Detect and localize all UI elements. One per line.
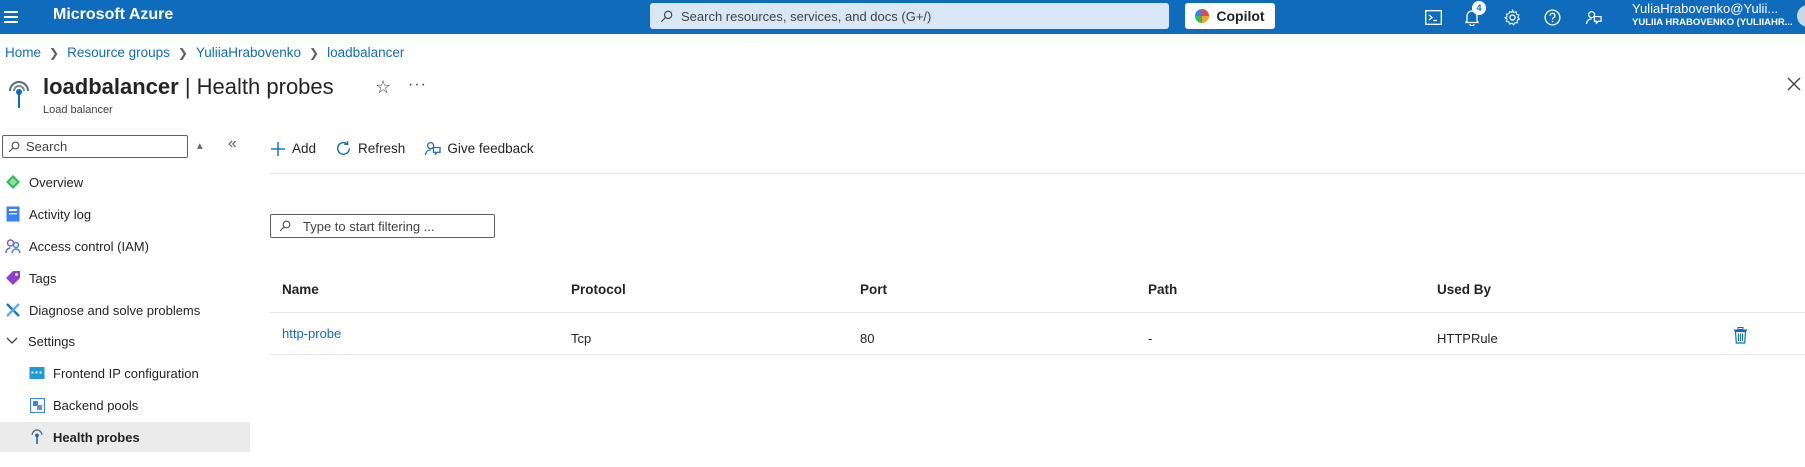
- sidebar-item-label: Backend pools: [53, 397, 139, 413]
- account-info[interactable]: YuliaHrabovenko@Yulii... YULIIA HRABOVEN…: [1632, 1, 1793, 28]
- help-icon[interactable]: [1541, 6, 1563, 28]
- favorite-star-icon[interactable]: ☆: [375, 77, 391, 98]
- copilot-label: Copilot: [1216, 8, 1265, 24]
- command-bar: Add Refresh Give feedback: [270, 140, 553, 157]
- refresh-label: Refresh: [358, 141, 406, 156]
- chevron-right-icon: ❯: [49, 45, 60, 60]
- row-divider: [270, 354, 1805, 355]
- probe-name-link[interactable]: http-probe: [282, 326, 341, 341]
- chevron-down-icon: [6, 334, 18, 348]
- cell-used-by: HTTPRule: [1437, 331, 1498, 346]
- global-search-input[interactable]: [681, 8, 1121, 24]
- add-label: Add: [292, 141, 317, 156]
- global-search-box[interactable]: [650, 3, 1169, 29]
- sidebar-item-tags[interactable]: Tags: [0, 263, 250, 293]
- cell-protocol: Tcp: [571, 331, 592, 346]
- page-title-text: Health probes: [196, 74, 334, 99]
- feedback-person-icon: [425, 142, 441, 156]
- sidebar-item-activity-log[interactable]: Activity log: [0, 199, 250, 229]
- sidebar-item-iam[interactable]: Access control (IAM): [0, 231, 250, 261]
- column-header-protocol[interactable]: Protocol: [571, 282, 626, 297]
- brand-name[interactable]: Microsoft Azure: [53, 6, 173, 24]
- give-feedback-button[interactable]: Give feedback: [424, 140, 534, 157]
- cell-path: -: [1148, 331, 1153, 346]
- sidebar-item-label: Health probes: [53, 429, 140, 445]
- search-icon: [8, 141, 20, 152]
- sidebar-search-box[interactable]: [2, 135, 188, 158]
- column-header-used-by[interactable]: Used By: [1437, 282, 1491, 297]
- sidebar-item-label: Frontend IP configuration: [53, 365, 199, 381]
- column-header-port[interactable]: Port: [860, 282, 887, 297]
- health-probe-icon: [9, 81, 29, 108]
- sidebar-item-frontend-ip[interactable]: Frontend IP configuration: [0, 358, 250, 388]
- sidebar-search-input[interactable]: [26, 139, 176, 154]
- breadcrumb-resource-group[interactable]: YuliiaHrabovenko: [196, 45, 301, 60]
- sidebar-item-settings[interactable]: Settings: [0, 326, 250, 356]
- refresh-icon: [337, 141, 351, 155]
- column-header-path[interactable]: Path: [1148, 282, 1177, 297]
- add-button[interactable]: Add: [270, 141, 316, 157]
- settings-gear-icon[interactable]: [1501, 6, 1523, 28]
- filter-box[interactable]: [270, 214, 495, 238]
- top-bar: Microsoft Azure Copilot 4 YuliaHrabovenk…: [0, 0, 1805, 34]
- more-options-icon[interactable]: ···: [408, 76, 427, 94]
- chevron-right-icon: ❯: [309, 45, 320, 60]
- search-icon: [660, 10, 673, 22]
- column-header-name[interactable]: Name: [282, 282, 319, 297]
- tag-icon: [5, 270, 21, 286]
- cell-port: 80: [860, 331, 875, 346]
- search-icon: [279, 220, 291, 232]
- sidebar-item-label: Overview: [29, 174, 84, 190]
- account-name: YuliaHrabovenko@Yulii...: [1632, 1, 1779, 16]
- collapse-sidebar-icon[interactable]: «: [228, 135, 237, 153]
- chevron-right-icon: ❯: [177, 45, 188, 60]
- iam-icon: [5, 238, 21, 254]
- diagnose-icon: [5, 302, 21, 318]
- header-divider: [270, 312, 1805, 313]
- feedback-label: Give feedback: [447, 141, 534, 156]
- sidebar-item-label: Settings: [28, 333, 75, 349]
- sidebar-item-health-probes[interactable]: Health probes: [0, 422, 250, 452]
- resource-name: loadbalancer: [43, 74, 179, 99]
- filter-input[interactable]: [303, 218, 483, 234]
- activity-log-icon: [5, 206, 21, 222]
- plus-icon: [271, 141, 285, 156]
- title-separator: |: [178, 74, 197, 99]
- sidebar-item-label: Tags: [29, 270, 57, 286]
- copilot-icon: [1195, 9, 1210, 23]
- page-title: loadbalancer | Health probes: [43, 74, 334, 100]
- notification-badge: 4: [1472, 1, 1486, 15]
- breadcrumb-loadbalancer[interactable]: loadbalancer: [327, 45, 404, 60]
- trash-icon[interactable]: [1733, 327, 1748, 344]
- sidebar-item-backend-pools[interactable]: Backend pools: [0, 390, 250, 420]
- avatar[interactable]: [1797, 5, 1805, 27]
- sidebar-item-label: Activity log: [29, 206, 92, 222]
- frontend-ip-icon: [29, 365, 45, 381]
- sidebar-item-diagnose[interactable]: Diagnose and solve problems: [0, 295, 250, 325]
- refresh-button[interactable]: Refresh: [335, 140, 405, 157]
- health-probe-icon: [29, 429, 45, 445]
- copilot-button[interactable]: Copilot: [1185, 3, 1275, 29]
- sort-updown-icon[interactable]: ▴: [197, 139, 203, 152]
- backend-pools-icon: [29, 397, 45, 413]
- close-icon[interactable]: [1786, 76, 1802, 92]
- toolbar-divider: [270, 173, 1805, 174]
- feedback-person-icon[interactable]: [1582, 6, 1604, 28]
- resource-type: Load balancer: [43, 104, 113, 116]
- sidebar-item-label: Access control (IAM): [29, 238, 149, 254]
- cloud-shell-icon[interactable]: [1422, 6, 1444, 28]
- sidebar-item-label: Diagnose and solve problems: [29, 302, 201, 318]
- sidebar-item-overview[interactable]: Overview: [0, 167, 250, 197]
- breadcrumb-resource-groups[interactable]: Resource groups: [67, 45, 170, 60]
- hamburger-menu-icon[interactable]: [4, 8, 18, 24]
- notifications-icon[interactable]: 4: [1461, 1, 1486, 28]
- overview-icon: [5, 174, 21, 190]
- account-directory: YULIIA HRABOVENKO (YULIIAHR...: [1632, 16, 1793, 28]
- breadcrumb: Home ❯ Resource groups ❯ YuliiaHrabovenk…: [5, 45, 404, 60]
- breadcrumb-home[interactable]: Home: [5, 45, 41, 60]
